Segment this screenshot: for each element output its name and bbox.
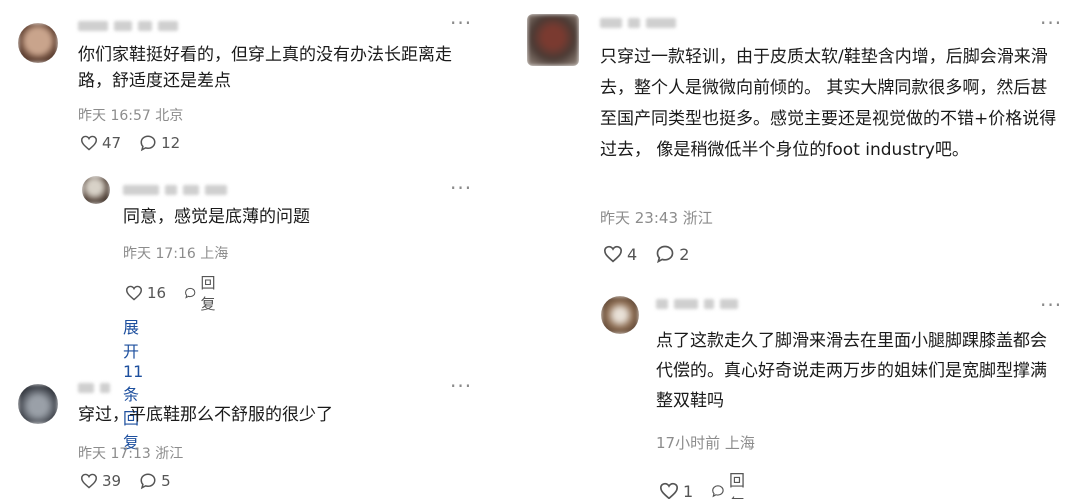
reply-meta: 17小时前 上海 (656, 432, 755, 453)
more-dots-icon[interactable]: ··· (1040, 295, 1062, 315)
heart-icon (125, 285, 143, 301)
more-dots-icon[interactable]: ··· (450, 13, 472, 33)
comment-bubble-icon (185, 287, 196, 299)
reply-label: 回复 (200, 274, 216, 313)
reply-button[interactable]: 回复 (184, 272, 221, 314)
comment-time: 昨天 17:13 (78, 446, 151, 462)
avatar[interactable] (601, 296, 639, 334)
like-button[interactable]: 39 (80, 472, 121, 490)
reply-label: 回复 (729, 471, 746, 499)
avatar[interactable] (18, 384, 58, 424)
reply-actions: 1 回复 (659, 467, 751, 499)
heart-icon (603, 245, 623, 263)
avatar[interactable] (82, 176, 110, 204)
like-count: 4 (627, 244, 638, 264)
reply-time: 昨天 17:16 (123, 246, 196, 262)
comment-text: 穿过，平底鞋那么不舒服的很少了 (78, 405, 333, 425)
comment-text: 你们家鞋挺好看的，但穿上真的没有办法长距离走路，舒适度还是差点 (78, 45, 452, 91)
comment-actions: 47 12 (80, 134, 180, 152)
reply-button[interactable]: 5 (139, 472, 171, 490)
heart-icon (659, 482, 679, 499)
more-dots-icon[interactable]: ··· (450, 376, 472, 396)
heart-icon (80, 135, 98, 151)
comment-bubble-icon (140, 135, 156, 152)
reply-text: 点了这款走久了脚滑来滑去在里面小腿脚踝膝盖都会代偿的。真心好奇说走两万步的姐妹们… (656, 331, 1047, 411)
reply-actions: 16 回复 (125, 272, 221, 314)
username-blurred[interactable] (656, 298, 738, 310)
reply-time: 17小时前 (656, 434, 721, 452)
reply-text: 同意，感觉是底薄的问题 (123, 207, 310, 227)
reply-count: 5 (161, 472, 171, 490)
comment-meta: 昨天 16:57 北京 (78, 105, 183, 125)
heart-icon (80, 473, 98, 489)
username-blurred[interactable] (78, 382, 110, 394)
more-dots-icon[interactable]: ··· (450, 178, 472, 198)
avatar[interactable] (527, 14, 579, 66)
like-button[interactable]: 47 (80, 134, 121, 152)
comment-location: 浙江 (155, 446, 184, 462)
comment-meta: 昨天 23:43 浙江 (600, 207, 713, 228)
username-blurred[interactable] (78, 20, 178, 32)
like-count: 16 (147, 284, 167, 302)
username-blurred[interactable] (123, 184, 227, 196)
comment-bubble-icon (140, 473, 156, 490)
expand-replies-link[interactable]: 展开 11 条回复 (123, 314, 143, 453)
comment-bubble-icon (656, 245, 674, 264)
like-count: 39 (102, 472, 122, 490)
like-button[interactable]: 1 (659, 482, 693, 499)
comment-text: 只穿过一款轻训，由于皮质太软/鞋垫含内增，后脚会滑来滑去，整个人是微微向前倾的。… (600, 47, 1057, 160)
like-button[interactable]: 4 (603, 245, 637, 264)
reply-meta: 昨天 17:16 上海 (123, 243, 228, 263)
reply-count: 12 (161, 134, 181, 152)
comment-meta: 昨天 17:13 浙江 (78, 443, 183, 463)
comment-actions: 39 5 (80, 472, 171, 490)
comment-actions: 4 2 (603, 244, 689, 264)
like-count: 47 (102, 134, 122, 152)
avatar[interactable] (18, 23, 58, 63)
more-dots-icon[interactable]: ··· (1040, 13, 1062, 33)
like-count: 1 (683, 481, 694, 499)
username-blurred[interactable] (600, 17, 676, 29)
comment-bubble-icon (712, 485, 724, 498)
comment-location: 浙江 (682, 209, 713, 227)
comment-time: 昨天 23:43 (600, 209, 678, 227)
reply-button[interactable]: 12 (139, 134, 180, 152)
comment-time: 昨天 16:57 (78, 108, 151, 124)
comment-location: 北京 (155, 108, 184, 124)
reply-button[interactable]: 2 (655, 244, 689, 264)
reply-count: 2 (679, 244, 690, 264)
like-button[interactable]: 16 (125, 284, 166, 302)
reply-button[interactable]: 回复 (711, 467, 751, 499)
reply-location: 上海 (200, 246, 229, 262)
reply-location: 上海 (724, 434, 755, 452)
